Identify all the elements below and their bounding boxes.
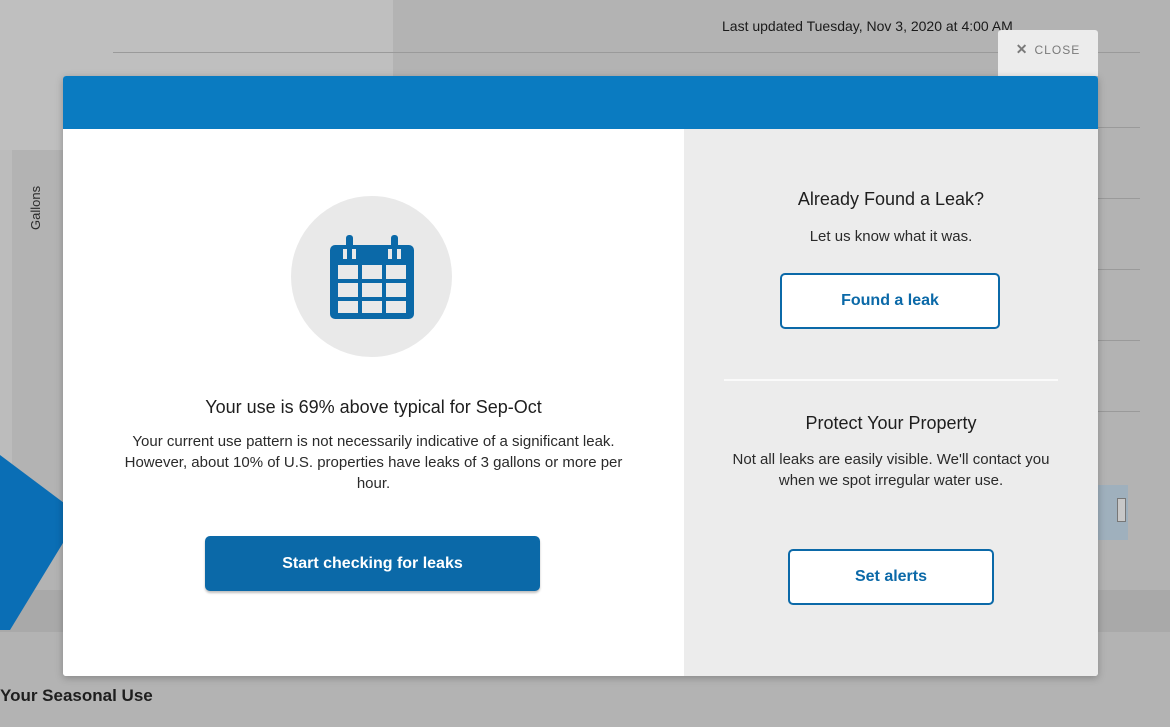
usage-heading: Your use is 69% above typical for Sep-Oc… — [205, 397, 542, 417]
panel-divider — [724, 379, 1058, 381]
chart-gridline — [1098, 198, 1140, 199]
last-updated-text: Last updated Tuesday, Nov 3, 2020 at 4:0… — [722, 18, 1013, 34]
seasonal-use-heading: Your Seasonal Use — [0, 686, 153, 705]
close-icon: ✕ — [1015, 41, 1029, 57]
usage-panel: Your use is 69% above typical for Sep-Oc… — [63, 129, 684, 676]
set-alerts-button[interactable]: Set alerts — [788, 549, 994, 605]
usage-description: Your current use pattern is not necessar… — [124, 433, 623, 492]
leak-modal: Your use is 69% above typical for Sep-Oc… — [63, 76, 1098, 676]
calendar-icon-circle — [291, 196, 452, 357]
chart-gridline — [1098, 127, 1140, 128]
chart-gridline — [1098, 411, 1140, 412]
chart-y-axis-label: Gallons — [28, 185, 43, 230]
chart-gridline — [1098, 340, 1140, 341]
chart-grip-icon — [1117, 498, 1126, 522]
chart-gridline — [1098, 269, 1140, 270]
found-leak-button[interactable]: Found a leak — [780, 273, 1000, 329]
found-leak-text: Let us know what it was. — [809, 228, 973, 245]
start-checking-button[interactable]: Start checking for leaks — [205, 536, 540, 591]
protect-text: Not all leaks are easily visible. We'll … — [732, 451, 1050, 489]
background-divider — [113, 52, 1140, 53]
actions-panel: Already Found a Leak? Let us know what i… — [684, 129, 1098, 676]
close-button[interactable]: ✕ CLOSE — [998, 30, 1098, 76]
found-leak-title: Already Found a Leak? — [797, 189, 985, 209]
close-label: CLOSE — [1034, 43, 1081, 57]
calendar-icon — [329, 234, 414, 319]
modal-header — [63, 76, 1098, 129]
protect-title: Protect Your Property — [805, 413, 977, 433]
